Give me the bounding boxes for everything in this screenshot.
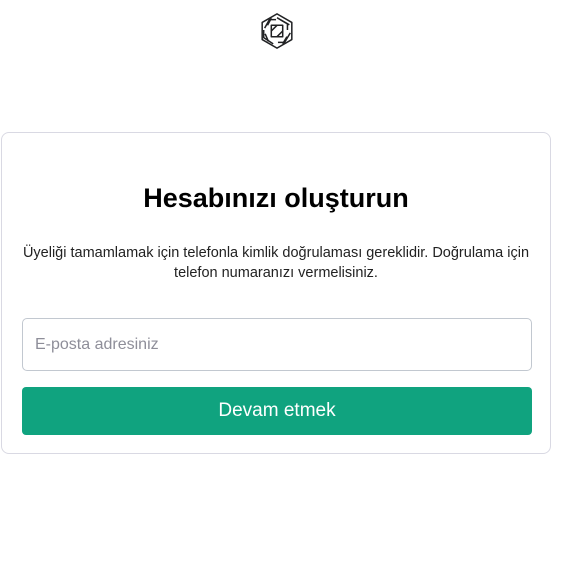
openai-logo-icon xyxy=(258,12,296,50)
signup-description: Üyeliği tamamlamak için telefonla kimlik… xyxy=(22,243,530,283)
description-line-2: telefon numaranızı vermelisiniz. xyxy=(174,265,378,281)
signup-card: Hesabınızı oluşturun Üyeliği tamamlamak … xyxy=(1,132,551,454)
page-title: Hesabınızı oluşturun xyxy=(143,183,409,213)
email-field[interactable] xyxy=(22,318,532,371)
continue-button[interactable]: Devam etmek xyxy=(22,387,532,435)
description-line-1: Üyeliği tamamlamak için telefonla kimlik… xyxy=(22,245,530,261)
openai-logo-svg xyxy=(261,13,293,49)
